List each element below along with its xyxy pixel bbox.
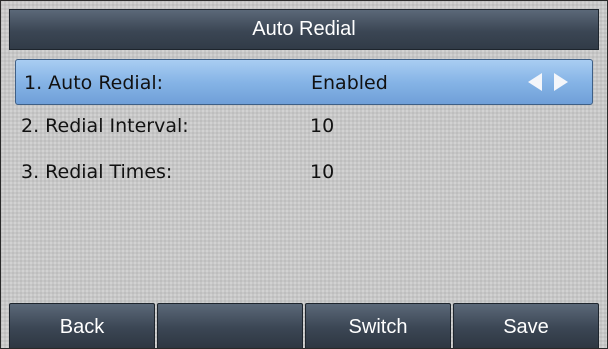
setting-label: 3. Redial Times: (21, 161, 173, 183)
value-switch-arrows (528, 73, 568, 91)
save-button[interactable]: Save (453, 303, 599, 348)
settings-list: 1. Auto Redial: Enabled 2. Redial Interv… (15, 59, 593, 197)
arrow-left-icon[interactable] (528, 73, 542, 91)
setting-row-redial-interval[interactable]: 2. Redial Interval: 10 (15, 105, 593, 151)
page-title: Auto Redial (9, 9, 599, 50)
arrow-right-icon[interactable] (554, 73, 568, 91)
back-button[interactable]: Back (9, 303, 155, 348)
switch-button[interactable]: Switch (305, 303, 451, 348)
setting-label: 1. Auto Redial: (24, 72, 164, 94)
setting-value[interactable]: 10 (310, 115, 334, 137)
phone-screen: Auto Redial 1. Auto Redial: Enabled 2. R… (0, 0, 608, 349)
setting-value: Enabled (311, 72, 388, 94)
empty-softkey[interactable] (157, 303, 303, 348)
setting-label: 2. Redial Interval: (21, 115, 189, 137)
setting-row-redial-times[interactable]: 3. Redial Times: 10 (15, 151, 593, 197)
setting-row-auto-redial[interactable]: 1. Auto Redial: Enabled (15, 59, 593, 105)
setting-value[interactable]: 10 (310, 161, 334, 183)
softkey-bar: Back Switch Save (9, 303, 599, 348)
